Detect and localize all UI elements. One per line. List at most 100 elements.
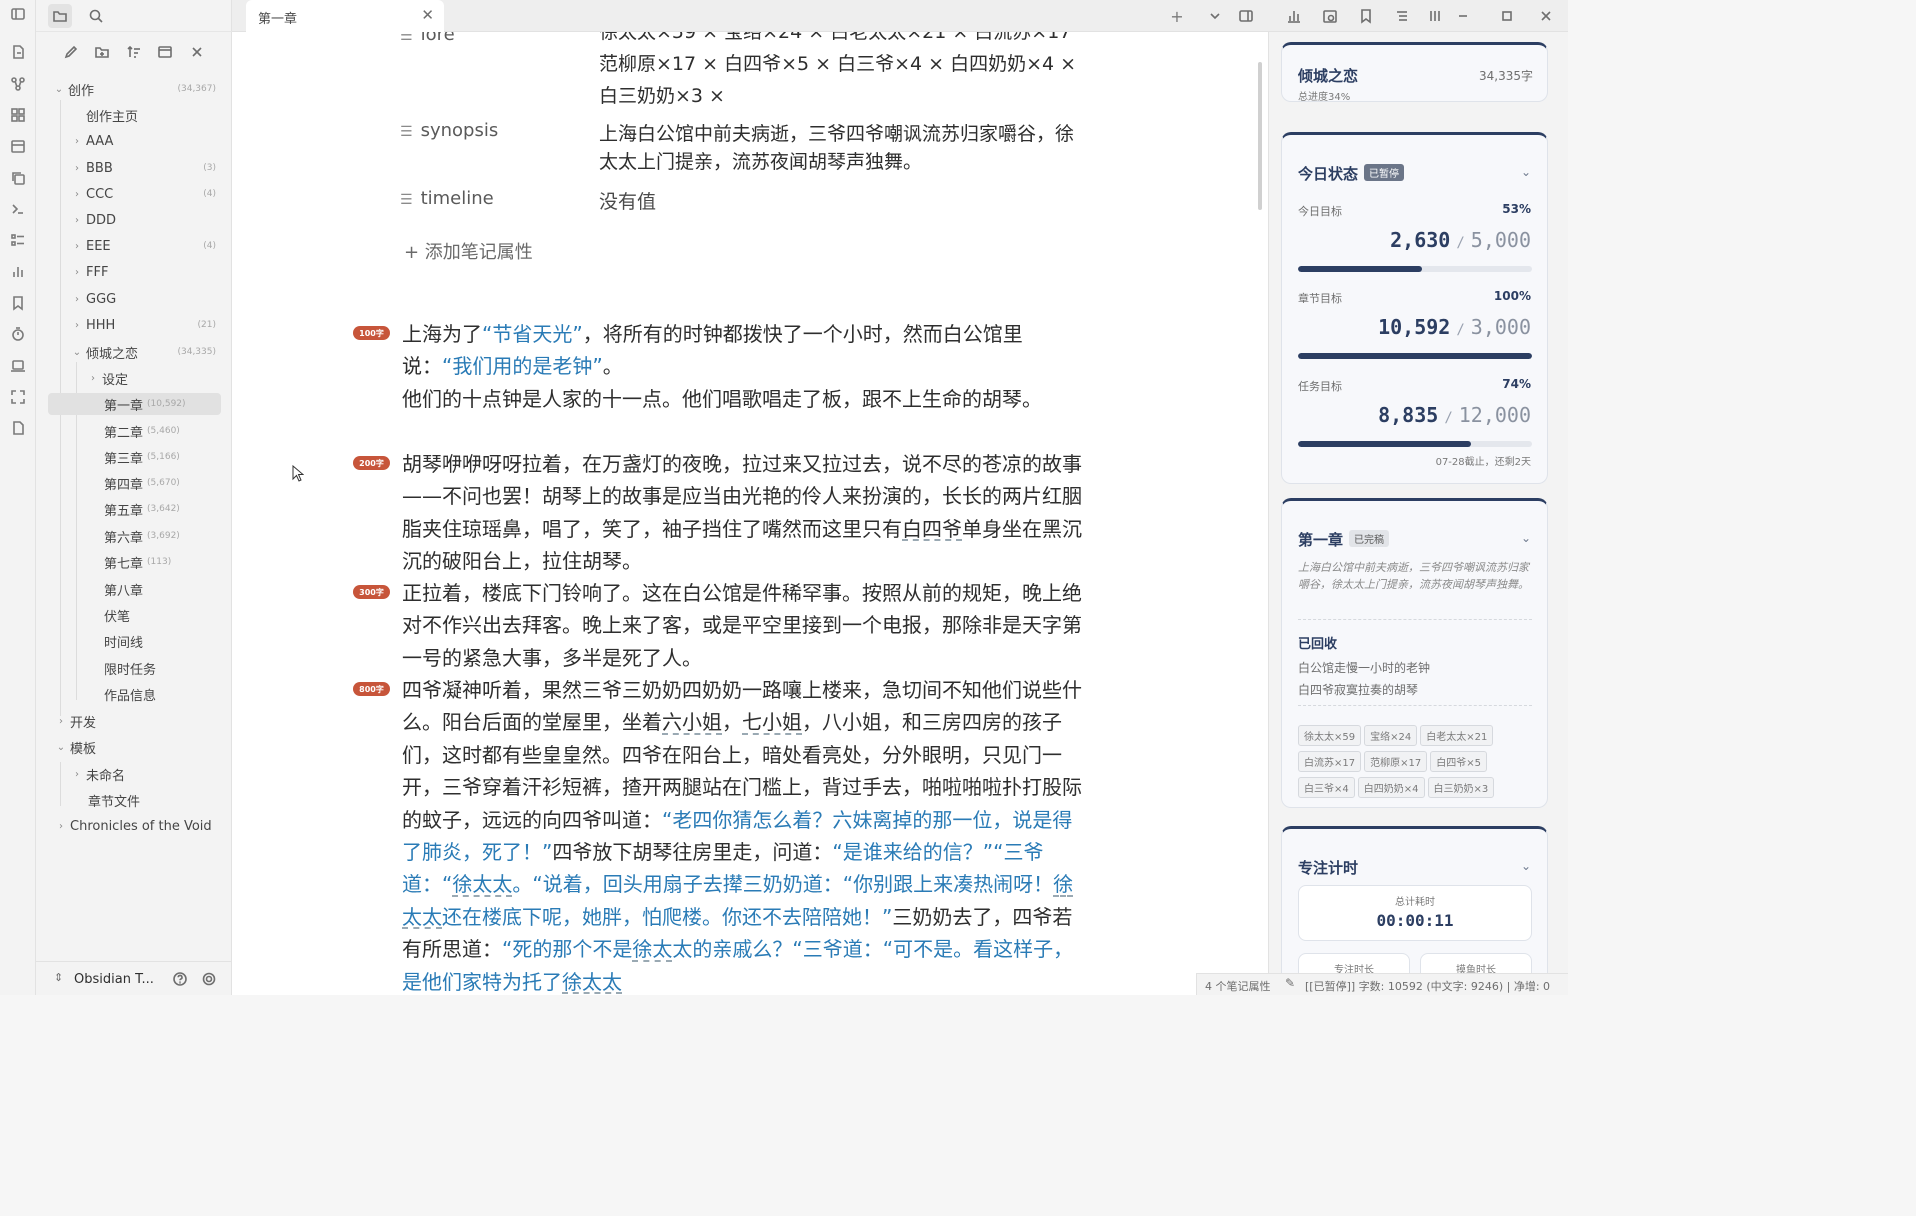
new-note-icon[interactable]: [6, 40, 30, 64]
tree-folder-EEE[interactable]: › EEE (4): [70, 235, 216, 257]
tree-folder-模板[interactable]: ⌄ 模板: [54, 736, 96, 758]
add-property-button[interactable]: + 添加笔记属性: [404, 238, 533, 264]
toggle-right-sidebar-icon[interactable]: [1234, 4, 1258, 28]
minimize-icon[interactable]: [1451, 4, 1475, 28]
pencil-icon[interactable]: ✎: [1285, 976, 1295, 990]
calendar-icon[interactable]: [6, 134, 30, 158]
tree-label: AAA: [86, 133, 114, 149]
columns-icon[interactable]: [1423, 4, 1447, 28]
expand-icon[interactable]: [6, 385, 30, 409]
character-link[interactable]: 白四爷: [902, 517, 962, 541]
vault-switcher[interactable]: ⇕ Obsidian T...: [36, 961, 232, 995]
settings-icon[interactable]: [197, 967, 221, 991]
tree-folder-开发[interactable]: › 开发: [54, 710, 96, 732]
tree-folder-CCC[interactable]: › CCC (4): [70, 183, 216, 205]
character-link[interactable]: 六小姐: [662, 710, 722, 734]
tree-file-第七章[interactable]: 第七章 (113): [104, 551, 171, 573]
tree-file-第五章[interactable]: 第五章 (3,642): [104, 498, 180, 520]
bookmark-icon[interactable]: [6, 291, 30, 315]
scrollbar[interactable]: [1258, 62, 1262, 210]
tree-folder-创作[interactable]: ⌄ 创作 (34,367): [52, 78, 216, 100]
paragraph[interactable]: 他们的十点钟是人家的十一点。他们唱歌唱走了板，跟不上生命的胡琴。: [402, 383, 1084, 415]
editor[interactable]: ☰ lore 徐太太×59 × 宝络×24 × 白老太太×21 × 白流苏×17 …: [232, 32, 1268, 995]
paragraph[interactable]: 四爷凝神听着，果然三爷三奶奶四奶奶一路嚷上楼来，急切间不知他们说些什么。阳台后面…: [402, 674, 1084, 995]
property-value[interactable]: 上海白公馆中前夫病逝，三爷四爷嘲讽流苏归家嚼谷，徐太太上门提亲，流苏夜闻胡琴声独…: [599, 120, 1079, 176]
tree-folder-BBB[interactable]: › BBB (3): [70, 157, 216, 179]
character-link[interactable]: 七小姐: [742, 710, 802, 734]
tree-file-第四章[interactable]: 第四章 (5,670): [104, 472, 180, 494]
property-value[interactable]: 没有值: [599, 188, 1079, 216]
new-note-button[interactable]: [59, 40, 83, 64]
property-count[interactable]: 4 个笔记属性: [1205, 978, 1271, 994]
character-link[interactable]: 徐太太: [452, 872, 512, 896]
stats-icon[interactable]: [1282, 4, 1306, 28]
character-chip[interactable]: 白三爷×4: [1298, 777, 1355, 798]
sort-button[interactable]: [122, 40, 146, 64]
tree-file-章节文件[interactable]: 章节文件: [88, 789, 140, 811]
character-chip[interactable]: 白四奶奶×4: [1357, 777, 1425, 798]
help-icon[interactable]: [168, 967, 192, 991]
collapse-all-button[interactable]: [185, 40, 209, 64]
new-folder-button[interactable]: [90, 40, 114, 64]
tab-active[interactable]: 第一章 ✕: [246, 0, 444, 32]
character-chip[interactable]: 宝络×24: [1364, 725, 1418, 746]
tab-list-button[interactable]: [1203, 4, 1227, 28]
stats-icon[interactable]: [6, 260, 30, 284]
auto-reveal-button[interactable]: [153, 40, 177, 64]
character-chip[interactable]: 范柳原×17: [1364, 751, 1428, 772]
tree-folder-DDD[interactable]: › DDD: [70, 209, 116, 231]
paragraph[interactable]: 上海为了“节省天光”，将所有的时钟都拨快了一个小时，然而白公馆里说：“我们用的是…: [402, 318, 1084, 383]
list-icon[interactable]: [6, 228, 30, 252]
laptop-icon[interactable]: [6, 354, 30, 378]
character-chip[interactable]: 白四爷×5: [1430, 751, 1487, 772]
paragraph[interactable]: 胡琴咿咿呀呀拉着，在万盏灯的夜晚，拉过来又拉过去，说不尽的苍凉的故事——不问也罢…: [402, 448, 1084, 578]
tree-file-限时任务[interactable]: 限时任务: [104, 657, 156, 679]
new-tab-button[interactable]: +: [1165, 4, 1189, 28]
word-stats[interactable]: [[已暂停]] 字数: 10592 (中文字: 9246) | 净增: 0: [1305, 978, 1550, 994]
tree-file-时间线[interactable]: 时间线: [104, 630, 143, 652]
tree-folder-设定[interactable]: › 设定: [86, 367, 128, 389]
tree-folder-未命名[interactable]: › 未命名: [70, 763, 125, 785]
tree-folder-AAA[interactable]: › AAA: [70, 130, 113, 152]
book-card[interactable]: 倾城之恋 34,335字 总进度34%: [1281, 42, 1548, 103]
tree-file-第六章[interactable]: 第六章 (3,692): [104, 525, 180, 547]
search-icon[interactable]: [84, 4, 108, 28]
tree-file-作品信息[interactable]: 作品信息: [104, 683, 156, 705]
tree-folder-HHH[interactable]: › HHH (21): [70, 314, 216, 336]
outline-icon[interactable]: [1390, 4, 1414, 28]
canvas-icon[interactable]: [6, 103, 30, 127]
graph-icon[interactable]: [6, 72, 30, 96]
character-chip[interactable]: 白老太太×21: [1420, 725, 1494, 746]
tree-folder-FFF[interactable]: › FFF: [70, 261, 108, 283]
tree-folder-GGG[interactable]: › GGG: [70, 288, 116, 310]
chevron-down-icon[interactable]: ⌄: [1521, 859, 1531, 873]
timer-icon[interactable]: [6, 322, 30, 346]
file-icon[interactable]: [6, 416, 30, 440]
character-chip[interactable]: 白流苏×17: [1298, 751, 1362, 772]
property-value[interactable]: 徐太太×59 × 宝络×24 × 白老太太×21 × 白流苏×17 × 范柳原×…: [599, 32, 1079, 112]
chevron-down-icon[interactable]: ⌄: [1521, 531, 1531, 545]
tree-file-第三章[interactable]: 第三章 (5,166): [104, 446, 180, 468]
tree-file-伏笔[interactable]: 伏笔: [104, 604, 130, 626]
copy-icon[interactable]: [6, 166, 30, 190]
tree-folder-chronicles[interactable]: › Chronicles of the Void: [54, 815, 212, 837]
tree-file-第八章[interactable]: 第八章: [104, 578, 143, 600]
tree-file-第一章[interactable]: 第一章 (10,592): [48, 393, 221, 415]
chevron-down-icon[interactable]: ⌄: [1521, 165, 1531, 179]
folder-icon[interactable]: [48, 4, 72, 28]
character-link[interactable]: 徐太: [632, 937, 672, 961]
paragraph[interactable]: 正拉着，楼底下门铃响了。这在白公馆是件稀罕事。按照从前的规矩，晚上绝对不作兴出去…: [402, 577, 1084, 674]
close-window-icon[interactable]: [1534, 4, 1558, 28]
character-chip[interactable]: 白三奶奶×3: [1427, 777, 1495, 798]
tree-file-第二章[interactable]: 第二章 (5,460): [104, 420, 180, 442]
bookmark-icon[interactable]: [1354, 4, 1378, 28]
maximize-icon[interactable]: [1495, 4, 1519, 28]
calendar-clock-icon[interactable]: [1318, 4, 1342, 28]
character-link[interactable]: 徐太太: [562, 970, 622, 994]
terminal-icon[interactable]: [6, 197, 30, 221]
tree-file-创作主页[interactable]: 创作主页: [86, 104, 138, 126]
character-chip[interactable]: 徐太太×59: [1298, 725, 1362, 746]
close-icon[interactable]: ✕: [421, 6, 434, 24]
sidebar-toggle-icon[interactable]: [6, 2, 30, 26]
tree-folder-倾城之恋[interactable]: ⌄ 倾城之恋 (34,335): [70, 341, 216, 363]
